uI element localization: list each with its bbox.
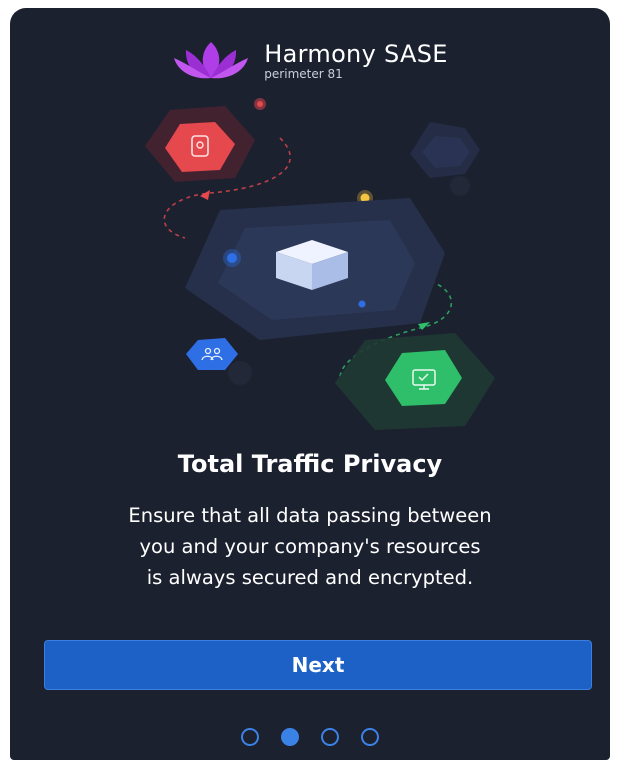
traffic-illustration bbox=[145, 98, 495, 430]
red-arrow-icon bbox=[200, 190, 210, 200]
page-dot-2[interactable] bbox=[281, 728, 299, 746]
users-node bbox=[186, 338, 238, 370]
faint-dot bbox=[450, 176, 470, 196]
description-line: Ensure that all data passing between bbox=[128, 504, 492, 527]
blue-dot-small bbox=[358, 300, 366, 308]
pagination-dots bbox=[10, 728, 610, 748]
page-dot-4[interactable] bbox=[361, 728, 379, 746]
page-dot-3[interactable] bbox=[321, 728, 339, 746]
onboarding-window: Harmony SASE perimeter 81 Total Traffic … bbox=[10, 8, 610, 760]
description-line: is always secured and encrypted. bbox=[146, 566, 474, 589]
faint-dot bbox=[228, 361, 252, 385]
description: Ensure that all data passing between you… bbox=[50, 500, 570, 593]
brand-name: Harmony SASE bbox=[264, 39, 448, 68]
next-button[interactable]: Next bbox=[44, 640, 592, 690]
page-dot-1[interactable] bbox=[241, 728, 259, 746]
red-dot-core bbox=[257, 101, 263, 107]
brand-text: Harmony SASE perimeter 81 bbox=[264, 40, 447, 81]
lotus-logo-icon bbox=[174, 42, 249, 79]
description-line: you and your company's resources bbox=[139, 535, 481, 558]
blue-dot bbox=[227, 253, 237, 263]
page-title: Total Traffic Privacy bbox=[177, 450, 443, 478]
